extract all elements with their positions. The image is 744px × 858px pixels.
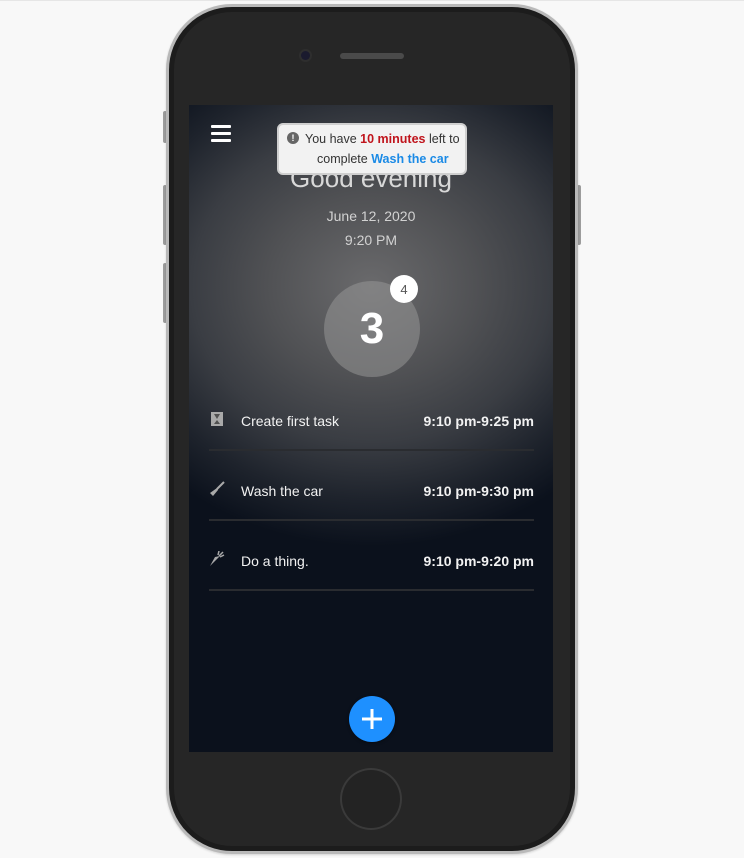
app-screen: Good evening June 12, 2020 9:20 PM 3 4 C…	[189, 105, 553, 752]
broom-icon	[210, 481, 225, 496]
task-row[interactable]: Wash the car 9:10 pm-9:30 pm	[209, 473, 534, 521]
task-row[interactable]: Create first task 9:10 pm-9:25 pm	[209, 403, 534, 451]
plus-icon	[362, 709, 382, 729]
page-top-border	[0, 0, 744, 1]
task-name: Wash the car	[241, 483, 323, 499]
current-date: June 12, 2020	[326, 208, 416, 224]
current-time: 9:20 PM	[344, 232, 398, 248]
task-name: Do a thing.	[241, 553, 309, 569]
phone-camera	[301, 51, 310, 60]
carrot-icon	[210, 551, 225, 566]
task-time: 9:10 pm-9:30 pm	[423, 483, 534, 499]
hamburger-menu-icon[interactable]	[211, 125, 231, 143]
hourglass-icon	[211, 412, 223, 426]
task-counter-value: 3	[359, 304, 385, 353]
add-task-button[interactable]	[349, 696, 395, 742]
task-counter-badge: 4	[390, 275, 418, 303]
toast-task-link[interactable]: Wash the car	[371, 152, 448, 166]
toast-line-1: You have 10 minutes left to	[305, 129, 460, 149]
alert-icon: !	[287, 132, 299, 144]
task-time: 9:10 pm-9:25 pm	[423, 413, 534, 429]
toast-complete-word: complete	[317, 152, 368, 166]
toast-suffix: left to	[428, 132, 460, 146]
task-row[interactable]: Do a thing. 9:10 pm-9:20 pm	[209, 543, 534, 591]
toast-prefix: You have	[305, 132, 357, 146]
reminder-toast: ! You have 10 minutes left to complete W…	[277, 123, 467, 175]
task-name: Create first task	[241, 413, 340, 429]
toast-minutes: 10 minutes	[360, 132, 426, 146]
task-time: 9:10 pm-9:20 pm	[423, 553, 534, 569]
phone-home-button[interactable]	[340, 768, 402, 830]
phone-speaker	[340, 53, 404, 59]
toast-line-2: complete Wash the car	[317, 149, 449, 169]
